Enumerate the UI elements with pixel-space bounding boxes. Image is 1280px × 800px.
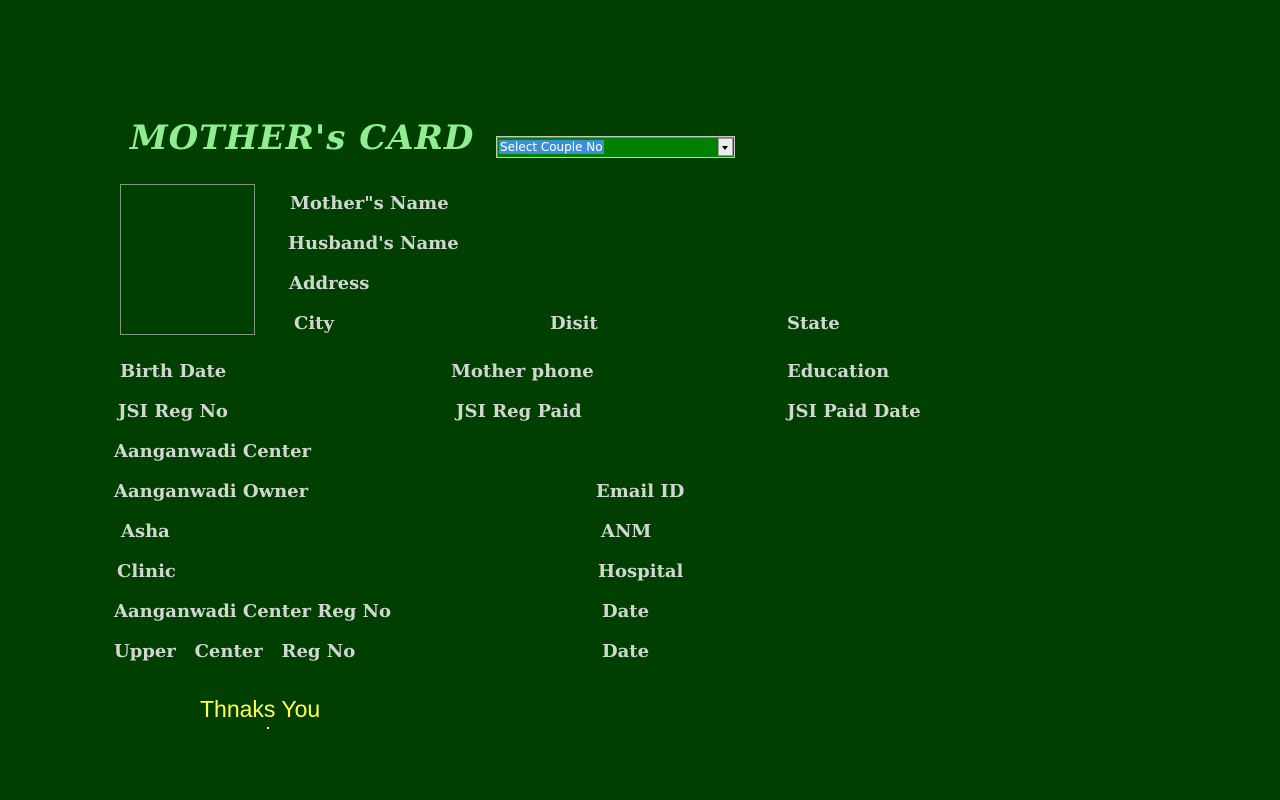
upper-center-reg-no-label: Upper Center Reg No: [114, 641, 356, 662]
aanganwadi-owner-label: Aanganwadi Owner: [114, 481, 309, 502]
aanganwadi-center-label: Aanganwadi Center: [114, 441, 312, 462]
education-label: Education: [787, 361, 890, 382]
upper-center-reg-date-label: Date: [602, 641, 650, 662]
jsi-paid-date-label: JSI Paid Date: [787, 401, 921, 422]
state-label: State: [787, 313, 840, 334]
aanganwadi-center-reg-no-label: Aanganwadi Center Reg No: [114, 601, 392, 622]
hospital-label: Hospital: [598, 561, 684, 582]
mother-phone-label: Mother phone: [451, 361, 594, 382]
anm-label: ANM: [601, 521, 652, 542]
mothers-name-label: Mother"s Name: [290, 193, 449, 214]
birth-date-label: Birth Date: [120, 361, 227, 382]
city-label: City: [294, 313, 334, 334]
thank-you-message: Thnaks You: [200, 696, 321, 722]
page-title: MOTHER's CARD: [130, 118, 475, 158]
email-id-label: Email ID: [596, 481, 685, 502]
mother-photo: [120, 184, 255, 335]
address-label: Address: [289, 273, 370, 294]
district-label: Disit: [550, 313, 598, 334]
decorative-dot: [267, 727, 269, 729]
jsi-reg-no-label: JSI Reg No: [118, 401, 228, 422]
clinic-label: Clinic: [117, 561, 176, 582]
jsi-reg-paid-label: JSI Reg Paid: [456, 401, 582, 422]
couple-number-select[interactable]: Select Couple No: [496, 136, 735, 158]
asha-label: Asha: [121, 521, 170, 542]
center-reg-date-label: Date: [602, 601, 650, 622]
husbands-name-label: Husband's Name: [288, 233, 459, 254]
couple-number-selected-value: Select Couple No: [499, 140, 604, 154]
chevron-down-icon[interactable]: [718, 138, 733, 156]
